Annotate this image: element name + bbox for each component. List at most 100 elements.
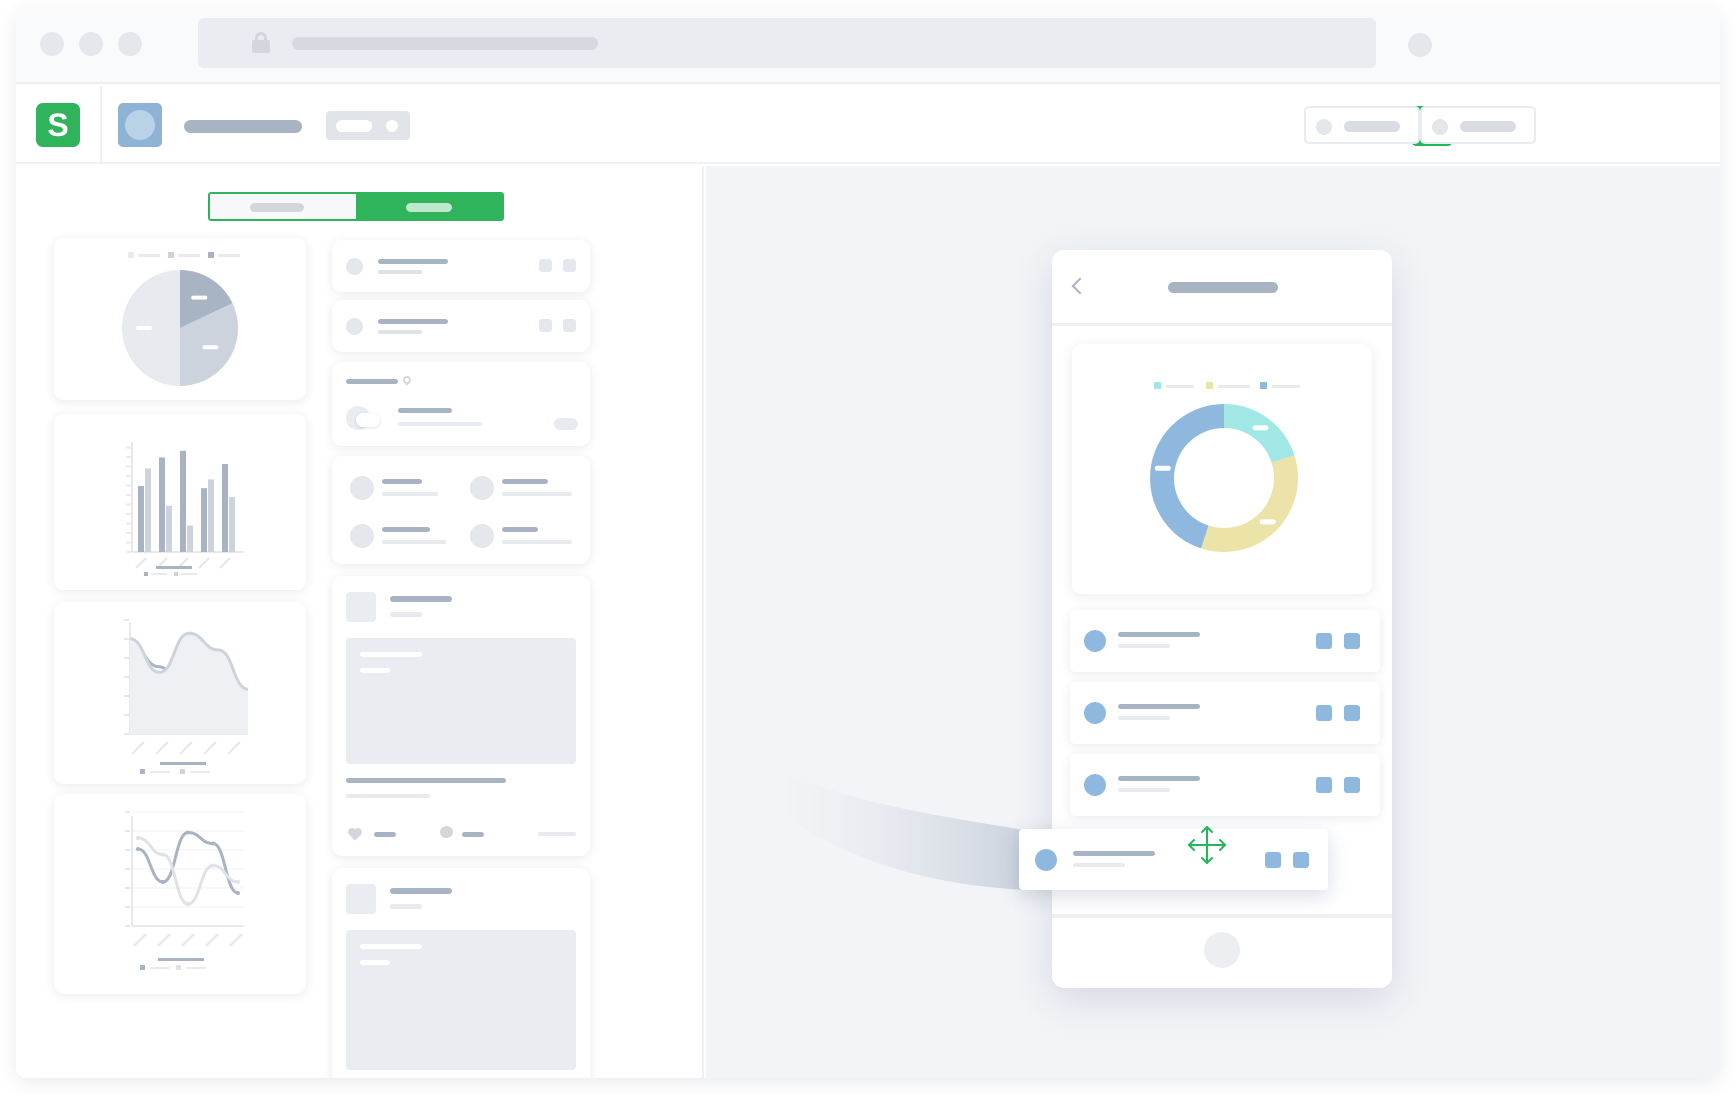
line-chart-widget[interactable]: [54, 794, 306, 994]
url-bar[interactable]: [198, 18, 1376, 68]
data-point: [186, 902, 190, 906]
bar: [222, 464, 228, 552]
x-tick: [219, 557, 231, 569]
axis-title: [160, 762, 206, 765]
x-tick: [203, 741, 217, 755]
legend-label: [151, 573, 167, 575]
browser-titlebar: [16, 8, 1720, 84]
post-card[interactable]: [332, 576, 590, 856]
legend-label: [150, 967, 170, 969]
x-tick: [198, 557, 210, 569]
project-menu-button[interactable]: [326, 111, 410, 140]
x-tick: [181, 933, 195, 947]
x-tick: [133, 933, 147, 947]
data-point: [186, 830, 190, 835]
bar: [201, 488, 207, 552]
browser-window: S: [16, 8, 1720, 1078]
post-image: [346, 638, 576, 764]
toggle-option-2[interactable]: [356, 194, 502, 219]
phone-list-row[interactable]: [1070, 682, 1380, 744]
chart-legend: [128, 252, 240, 260]
toolbar-button-1[interactable]: [1304, 106, 1420, 144]
list-row[interactable]: [332, 240, 590, 292]
weather-card[interactable]: [332, 362, 590, 446]
legend-label: [181, 573, 197, 575]
segment-label: [1252, 425, 1269, 431]
heart-icon[interactable]: [348, 828, 362, 841]
data-point: [236, 880, 240, 884]
maximize-dot-icon[interactable]: [118, 32, 142, 56]
bar-chart-widget[interactable]: [54, 414, 306, 590]
phone-title: [1168, 282, 1278, 293]
legend-swatch: [180, 769, 185, 774]
pie-chart-widget[interactable]: [54, 238, 306, 400]
axis-title: [156, 566, 192, 569]
legend-swatch: [174, 572, 178, 576]
legend-swatch: [140, 965, 145, 970]
segment-label: [1154, 465, 1171, 471]
legend-swatch: [144, 572, 148, 576]
move-icon[interactable]: [1185, 823, 1229, 867]
x-tick: [135, 557, 147, 569]
legend-label: [190, 771, 210, 773]
data-point: [136, 836, 140, 840]
contacts-grid[interactable]: [332, 456, 590, 564]
bar: [208, 479, 214, 552]
legend-swatch: [140, 769, 145, 774]
x-tick: [157, 933, 171, 947]
post-card[interactable]: [332, 868, 590, 1078]
drag-trail: [780, 770, 1025, 890]
widget-library-panel: [16, 166, 704, 1078]
location-pin-icon: [401, 374, 413, 386]
bar: [229, 497, 235, 552]
app-toolbar: S: [16, 86, 1720, 164]
slice-label: [191, 295, 208, 300]
x-tick: [227, 741, 241, 755]
line-chart: [125, 811, 244, 970]
x-tick: [155, 741, 169, 755]
circle-icon[interactable]: [1408, 33, 1432, 57]
phone-list-row[interactable]: [1070, 610, 1380, 672]
bar: [159, 457, 165, 552]
phone-list-row[interactable]: [1070, 754, 1380, 816]
donut-chart: [1150, 404, 1298, 552]
x-tick: [179, 741, 193, 755]
x-tick: [229, 933, 243, 947]
comment-icon[interactable]: [440, 826, 453, 838]
bar-chart: [126, 442, 244, 576]
axis-title: [158, 958, 204, 961]
bar: [187, 525, 193, 552]
bar: [145, 468, 151, 552]
donut-chart-widget[interactable]: [1072, 344, 1372, 594]
data-point: [161, 852, 165, 857]
bar: [180, 450, 186, 552]
close-dot-icon[interactable]: [40, 32, 64, 56]
back-chevron-icon[interactable]: [1071, 277, 1089, 295]
x-tick: [205, 933, 219, 947]
area-fill: [130, 633, 248, 734]
toolbar-button-2[interactable]: [1420, 106, 1536, 144]
list-row[interactable]: [332, 300, 590, 352]
home-button[interactable]: [1204, 932, 1240, 968]
area-chart: [124, 619, 249, 774]
toggle-option-1[interactable]: [210, 194, 356, 219]
lock-icon: [252, 32, 270, 53]
data-point: [211, 863, 215, 868]
logo[interactable]: S: [36, 103, 80, 147]
legend-swatch: [176, 965, 181, 970]
legend-label: [186, 967, 206, 969]
area-chart-widget[interactable]: [54, 602, 306, 784]
dragged-list-row[interactable]: [1019, 826, 1328, 890]
data-point: [236, 891, 240, 895]
slice-label: [202, 345, 219, 350]
legend-label: [150, 771, 170, 773]
cloud-icon: [346, 406, 382, 432]
data-point: [211, 841, 215, 846]
phone-header: [1052, 250, 1392, 326]
slice-label: [136, 326, 153, 330]
post-image: [346, 930, 576, 1070]
minimize-dot-icon[interactable]: [79, 32, 103, 56]
project-avatar[interactable]: [118, 103, 162, 147]
segment-label: [1259, 519, 1276, 525]
pie-chart: [122, 270, 238, 386]
